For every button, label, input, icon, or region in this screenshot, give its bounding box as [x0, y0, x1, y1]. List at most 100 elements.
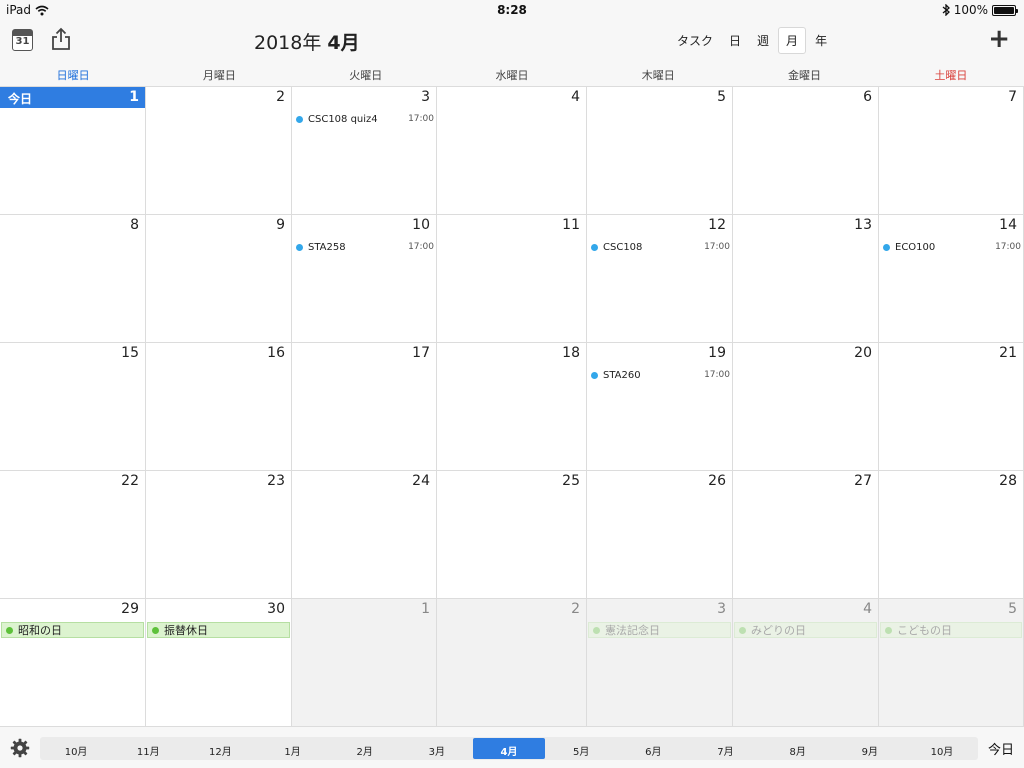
day-number: 1: [129, 89, 139, 105]
day-cell[interactable]: 2: [437, 599, 587, 727]
day-cell[interactable]: 25: [437, 471, 587, 599]
day-number: 16: [267, 345, 285, 361]
day-number: 20: [854, 345, 872, 361]
event-title: CSC108 quiz4: [308, 113, 378, 125]
month-item[interactable]: 1月: [256, 737, 328, 760]
day-cell[interactable]: 12 CSC108 17:00: [587, 215, 733, 343]
day-cell[interactable]: 2: [146, 87, 292, 215]
view-tab[interactable]: 月: [778, 27, 807, 54]
day-cell[interactable]: 26: [587, 471, 733, 599]
day-cell[interactable]: 6: [733, 87, 879, 215]
holiday-event[interactable]: こどもの日: [880, 622, 1022, 638]
event-title: STA258: [308, 241, 346, 253]
day-cell[interactable]: 5 こどもの日: [879, 599, 1024, 727]
calendar-event[interactable]: ECO100 17:00: [883, 240, 1021, 254]
day-cell[interactable]: 4: [437, 87, 587, 215]
view-tab[interactable]: 年: [808, 28, 834, 53]
day-cell[interactable]: 18: [437, 343, 587, 471]
holiday-event[interactable]: みどりの日: [734, 622, 877, 638]
day-cell[interactable]: 14 ECO100 17:00: [879, 215, 1024, 343]
month-item[interactable]: 10月: [40, 737, 112, 760]
month-grid: 今日 1 2 3 CSC108 quiz4 17:00 4 5 6 7 8 9 10 STA258 17:0…: [0, 86, 1024, 727]
holiday-dot-icon: [6, 626, 13, 634]
day-cell[interactable]: 9: [146, 215, 292, 343]
add-event-button[interactable]: +: [988, 26, 1010, 52]
day-cell[interactable]: 15: [0, 343, 146, 471]
day-number: 19: [708, 345, 726, 361]
day-number: 13: [854, 217, 872, 233]
day-cell[interactable]: 30 振替休日: [146, 599, 292, 727]
view-tab[interactable]: タスク: [670, 28, 720, 53]
day-cell[interactable]: 今日 1: [0, 87, 146, 215]
day-number: 4: [863, 601, 872, 617]
holiday-title: 憲法記念日: [605, 624, 660, 637]
day-number: 7: [1008, 89, 1017, 105]
day-cell[interactable]: 8: [0, 215, 146, 343]
month-item[interactable]: 10月: [906, 737, 978, 760]
view-tab[interactable]: 週: [750, 28, 776, 53]
day-cell[interactable]: 23: [146, 471, 292, 599]
calendar-event[interactable]: STA258 17:00: [296, 240, 434, 254]
month-item[interactable]: 5月: [545, 737, 617, 760]
day-cell[interactable]: 29 昭和の日: [0, 599, 146, 727]
day-cell[interactable]: 3 CSC108 quiz4 17:00: [292, 87, 437, 215]
day-cell[interactable]: 24: [292, 471, 437, 599]
month-item[interactable]: 6月: [617, 737, 689, 760]
day-number: 5: [1008, 601, 1017, 617]
month-item[interactable]: 12月: [184, 737, 256, 760]
weekday-label: 土曜日: [934, 69, 968, 82]
today-label: 今日: [8, 92, 33, 106]
day-cell[interactable]: 3 憲法記念日: [587, 599, 733, 727]
gear-icon[interactable]: [10, 738, 30, 758]
weekday-label: 火曜日: [349, 69, 383, 82]
event-dot-icon: [591, 243, 598, 251]
day-cell[interactable]: 21: [879, 343, 1024, 471]
month-item[interactable]: 3月: [401, 737, 473, 760]
view-tab[interactable]: 日: [722, 28, 748, 53]
month-item[interactable]: 8月: [762, 737, 834, 760]
calendar-icon[interactable]: 31: [12, 29, 33, 51]
day-number: 25: [562, 473, 580, 489]
day-cell[interactable]: 10 STA258 17:00: [292, 215, 437, 343]
day-number: 24: [412, 473, 430, 489]
day-cell[interactable]: 19 STA260 17:00: [587, 343, 733, 471]
month-item[interactable]: 11月: [112, 737, 184, 760]
holiday-event[interactable]: 昭和の日: [1, 622, 144, 638]
today-button[interactable]: 今日: [988, 739, 1014, 758]
day-cell[interactable]: 28: [879, 471, 1024, 599]
day-cell[interactable]: 1: [292, 599, 437, 727]
day-number: 3: [717, 601, 726, 617]
holiday-event[interactable]: 憲法記念日: [588, 622, 731, 638]
event-time: 17:00: [995, 242, 1021, 252]
calendar-event[interactable]: CSC108 17:00: [591, 240, 730, 254]
event-time: 17:00: [408, 114, 434, 124]
day-cell[interactable]: 13: [733, 215, 879, 343]
day-cell[interactable]: 11: [437, 215, 587, 343]
month-item[interactable]: 9月: [834, 737, 906, 760]
status-right: 100%: [942, 3, 1018, 17]
day-cell[interactable]: 16: [146, 343, 292, 471]
day-cell[interactable]: 27: [733, 471, 879, 599]
weekday-label: 水曜日: [495, 69, 529, 82]
month-item[interactable]: 2月: [329, 737, 401, 760]
event-dot-icon: [296, 243, 303, 251]
event-time: 17:00: [704, 370, 730, 380]
day-number: 8: [130, 217, 139, 233]
holiday-title: みどりの日: [751, 624, 806, 637]
day-cell[interactable]: 5: [587, 87, 733, 215]
status-time: 8:28: [497, 3, 527, 17]
month-item[interactable]: 4月: [472, 738, 546, 759]
day-number: 21: [999, 345, 1017, 361]
month-item[interactable]: 7月: [689, 737, 761, 760]
day-cell[interactable]: 22: [0, 471, 146, 599]
share-icon[interactable]: [50, 27, 72, 51]
holiday-event[interactable]: 振替休日: [147, 622, 290, 638]
calendar-event[interactable]: CSC108 quiz4 17:00: [296, 112, 434, 126]
day-cell[interactable]: 17: [292, 343, 437, 471]
day-cell[interactable]: 20: [733, 343, 879, 471]
weekday-label: 月曜日: [202, 69, 236, 82]
day-number: 4: [571, 89, 580, 105]
calendar-event[interactable]: STA260 17:00: [591, 368, 730, 382]
day-cell[interactable]: 7: [879, 87, 1024, 215]
day-cell[interactable]: 4 みどりの日: [733, 599, 879, 727]
